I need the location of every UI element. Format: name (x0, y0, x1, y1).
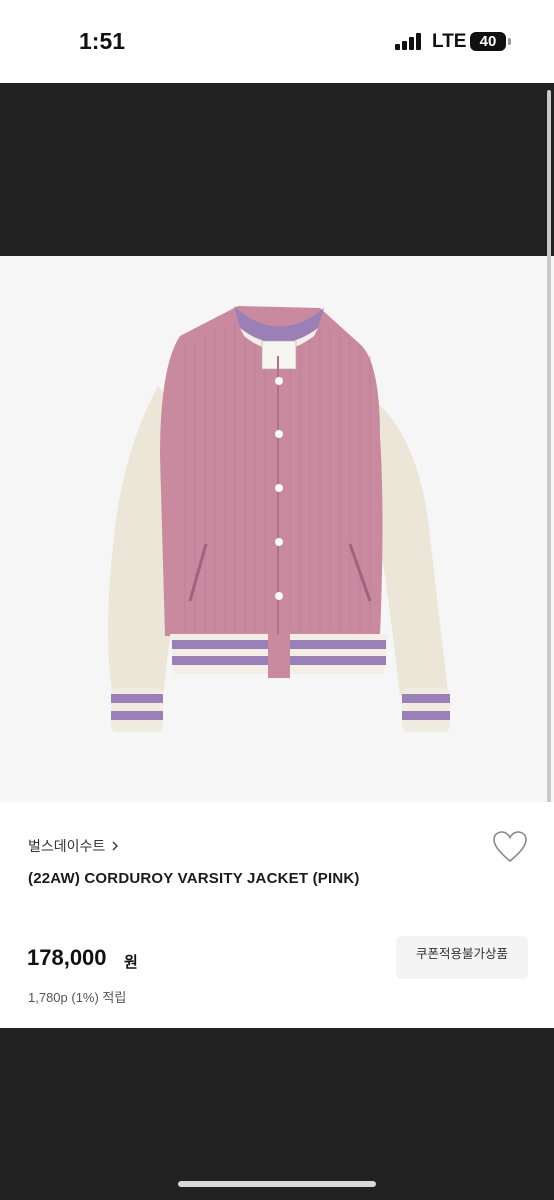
product-price: 178,000 (27, 945, 107, 970)
product-info-panel: 벌스데이수트 (22AW) CORDUROY VARSITY JACKET (P… (0, 802, 554, 1028)
home-indicator[interactable] (178, 1181, 376, 1187)
coupon-unavailable-badge: 쿠폰적용불가상품 (396, 936, 528, 979)
price-currency: 원 (124, 954, 138, 971)
brand-name: 벌스데이수트 (28, 838, 106, 854)
heart-icon (493, 831, 527, 863)
product-title: (22AW) CORDUROY VARSITY JACKET (PINK) (28, 870, 360, 887)
wishlist-button[interactable] (492, 830, 528, 864)
dark-backdrop-bottom (0, 1028, 554, 1200)
battery-tip (508, 38, 511, 45)
battery-icon: 40 (470, 32, 506, 51)
varsity-jacket-image (108, 306, 450, 732)
status-bar: 1:51 LTE 40 (0, 0, 554, 83)
chevron-right-icon (112, 841, 119, 851)
product-image[interactable] (0, 256, 554, 802)
dark-backdrop-top (0, 83, 554, 256)
status-time: 1:51 (79, 28, 126, 54)
brand-link[interactable]: 벌스데이수트 (28, 836, 121, 856)
signal-icon (395, 33, 423, 50)
network-type: LTE (432, 31, 467, 52)
reward-points: 1,780p (1%) 적립 (28, 990, 127, 1005)
